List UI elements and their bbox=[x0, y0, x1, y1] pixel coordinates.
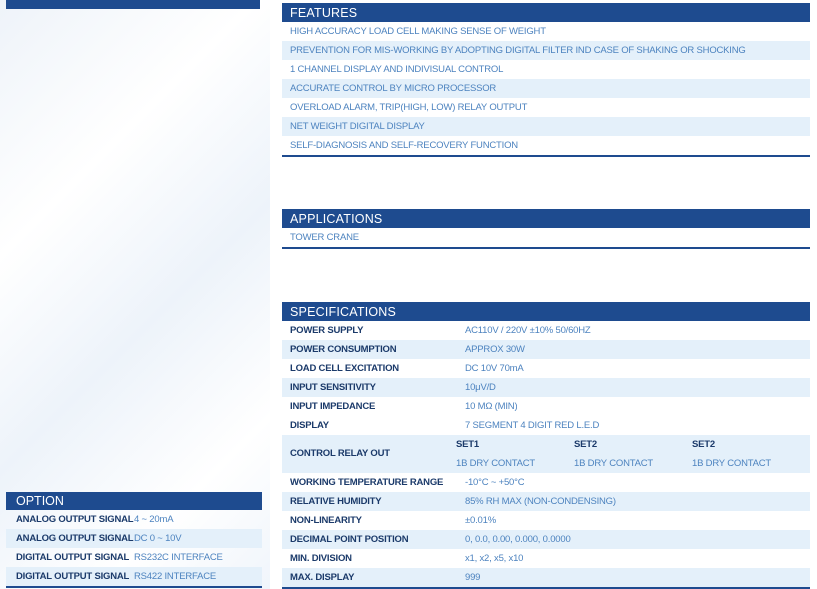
spec-label: MIN. DIVISION bbox=[290, 553, 352, 564]
feature-item: ACCURATE CONTROL BY MICRO PROCESSOR bbox=[282, 79, 810, 98]
option-value: RS232C INTERFACE bbox=[134, 552, 223, 563]
features-title: FEATURES bbox=[282, 3, 810, 22]
spec-label: DISPLAY bbox=[290, 420, 329, 431]
specifications-section: SPECIFICATIONS POWER SUPPLY AC110V / 220… bbox=[282, 302, 810, 589]
spec-label: DECIMAL POINT POSITION bbox=[290, 534, 409, 545]
relay-column: SET1 1B DRY CONTACT bbox=[456, 435, 574, 473]
option-value: RS422 INTERFACE bbox=[134, 571, 216, 582]
spec-label: INPUT SENSITIVITY bbox=[290, 382, 376, 393]
spec-value: 0, 0.0, 0.00, 0.000, 0.0000 bbox=[465, 534, 571, 545]
option-section: OPTION ANALOG OUTPUT SIGNAL 4 ~ 20mA ANA… bbox=[6, 492, 262, 588]
applications-section: APPLICATIONS TOWER CRANE bbox=[282, 209, 810, 249]
spec-row: MAX. DISPLAY 999 bbox=[282, 568, 810, 587]
left-top-bar bbox=[6, 0, 260, 9]
spec-row: POWER CONSUMPTION APPROX 30W bbox=[282, 340, 810, 359]
spec-row: NON-LINEARITY ±0.01% bbox=[282, 511, 810, 530]
spec-row: DISPLAY 7 SEGMENT 4 DIGIT RED L.E.D bbox=[282, 416, 810, 435]
spec-row: LOAD CELL EXCITATION DC 10V 70mA bbox=[282, 359, 810, 378]
spec-row-relay: CONTROL RELAY OUT SET1 1B DRY CONTACT SE… bbox=[282, 435, 810, 473]
applications-title: APPLICATIONS bbox=[282, 209, 810, 228]
option-label: DIGITAL OUTPUT SIGNAL bbox=[16, 571, 130, 582]
option-title: OPTION bbox=[6, 492, 262, 510]
spec-label: RELATIVE HUMIDITY bbox=[290, 496, 382, 507]
spec-label: WORKING TEMPERATURE RANGE bbox=[290, 477, 444, 488]
option-row: DIGITAL OUTPUT SIGNAL RS422 INTERFACE bbox=[6, 567, 262, 586]
option-bottom-rule bbox=[6, 586, 262, 588]
spec-label: POWER SUPPLY bbox=[290, 325, 364, 336]
spec-label: MAX. DISPLAY bbox=[290, 572, 355, 583]
spec-label: NON-LINEARITY bbox=[290, 515, 362, 526]
features-section: FEATURES HIGH ACCURACY LOAD CELL MAKING … bbox=[282, 3, 810, 157]
spec-label: POWER CONSUMPTION bbox=[290, 344, 397, 355]
spec-value: ±0.01% bbox=[465, 515, 496, 526]
spec-row: MIN. DIVISION x1, x2, x5, x10 bbox=[282, 549, 810, 568]
spec-label: INPUT IMPEDANCE bbox=[290, 401, 376, 412]
relay-set-name: SET2 bbox=[692, 439, 715, 450]
spec-row: RELATIVE HUMIDITY 85% RH MAX (NON-CONDEN… bbox=[282, 492, 810, 511]
spec-value: 7 SEGMENT 4 DIGIT RED L.E.D bbox=[465, 420, 600, 431]
spec-value: x1, x2, x5, x10 bbox=[465, 553, 524, 564]
option-row: ANALOG OUTPUT SIGNAL DC 0 ~ 10V bbox=[6, 529, 262, 548]
feature-item: OVERLOAD ALARM, TRIP(HIGH, LOW) RELAY OU… bbox=[290, 102, 528, 113]
option-label: DIGITAL OUTPUT SIGNAL bbox=[16, 552, 130, 563]
option-row: DIGITAL OUTPUT SIGNAL RS232C INTERFACE bbox=[6, 548, 262, 567]
spec-row: DECIMAL POINT POSITION 0, 0.0, 0.00, 0.0… bbox=[282, 530, 810, 549]
relay-contact: 1B DRY CONTACT bbox=[456, 458, 536, 469]
spec-value: 999 bbox=[465, 572, 481, 583]
feature-item: SELF-DIAGNOSIS AND SELF-RECOVERY FUNCTIO… bbox=[290, 140, 518, 151]
spec-value: 10μV/D bbox=[465, 382, 496, 393]
relay-contact: 1B DRY CONTACT bbox=[574, 458, 654, 469]
spec-label: LOAD CELL EXCITATION bbox=[290, 363, 399, 374]
spec-value: AC110V / 220V ±10% 50/60HZ bbox=[465, 325, 591, 336]
option-label: ANALOG OUTPUT SIGNAL bbox=[16, 533, 134, 544]
option-row: ANALOG OUTPUT SIGNAL 4 ~ 20mA bbox=[6, 510, 262, 529]
relay-column: SET2 1B DRY CONTACT bbox=[574, 435, 692, 473]
feature-item: NET WEIGHT DIGITAL DISPLAY bbox=[282, 117, 810, 136]
spec-row: WORKING TEMPERATURE RANGE -10°C ~ +50°C bbox=[282, 473, 810, 492]
relay-column: SET2 1B DRY CONTACT bbox=[692, 435, 810, 473]
option-label: ANALOG OUTPUT SIGNAL bbox=[16, 514, 134, 525]
spec-value: -10°C ~ +50°C bbox=[465, 477, 525, 488]
spec-value: 85% RH MAX (NON-CONDENSING) bbox=[465, 496, 616, 507]
option-value: DC 0 ~ 10V bbox=[134, 533, 182, 544]
spec-value: 10 MΩ (MIN) bbox=[465, 401, 518, 412]
spec-value: APPROX 30W bbox=[465, 344, 525, 355]
applications-bottom-rule bbox=[282, 247, 810, 249]
feature-item: 1 CHANNEL DISPLAY AND INDIVISUAL CONTROL bbox=[290, 64, 504, 75]
relay-set-name: SET1 bbox=[456, 439, 479, 450]
spec-label: CONTROL RELAY OUT bbox=[290, 448, 390, 459]
spec-row: POWER SUPPLY AC110V / 220V ±10% 50/60HZ bbox=[282, 321, 810, 340]
feature-item: HIGH ACCURACY LOAD CELL MAKING SENSE OF … bbox=[290, 26, 546, 37]
specifications-title: SPECIFICATIONS bbox=[282, 302, 810, 321]
relay-columns: SET1 1B DRY CONTACT SET2 1B DRY CONTACT … bbox=[456, 435, 810, 473]
features-bottom-rule bbox=[282, 155, 810, 157]
feature-item: PREVENTION FOR MIS-WORKING BY ADOPTING D… bbox=[282, 41, 810, 60]
spec-row: INPUT SENSITIVITY 10μV/D bbox=[282, 378, 810, 397]
spec-value: DC 10V 70mA bbox=[465, 363, 524, 374]
spec-row: INPUT IMPEDANCE 10 MΩ (MIN) bbox=[282, 397, 810, 416]
application-item: TOWER CRANE bbox=[290, 232, 359, 243]
relay-set-name: SET2 bbox=[574, 439, 597, 450]
relay-contact: 1B DRY CONTACT bbox=[692, 458, 772, 469]
option-value: 4 ~ 20mA bbox=[134, 514, 174, 525]
